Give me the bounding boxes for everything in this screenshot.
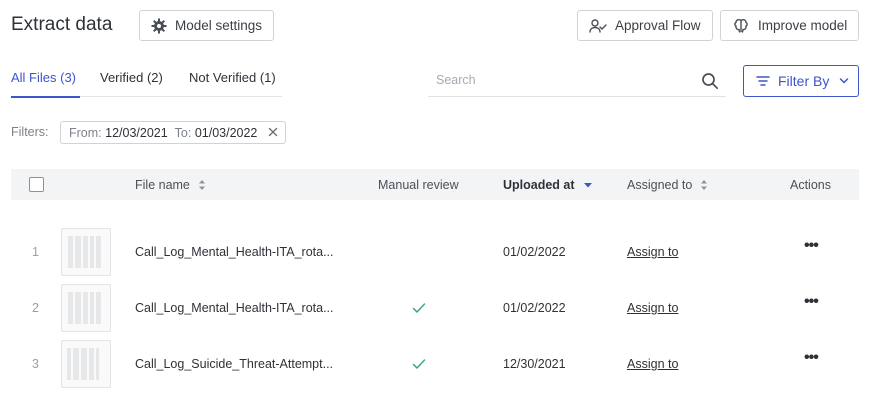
header-actions-label: Actions bbox=[790, 178, 831, 192]
file-thumbnail[interactable] bbox=[61, 340, 111, 388]
chip-from-value: 12/03/2021 bbox=[105, 125, 168, 140]
header-assigned-to[interactable]: Assigned to bbox=[627, 178, 708, 192]
file-thumbnail[interactable] bbox=[61, 284, 111, 332]
page-title: Extract data bbox=[11, 14, 113, 35]
file-name[interactable]: Call_Log_Suicide_Threat-Attempt... bbox=[135, 357, 333, 371]
header-actions: Actions bbox=[790, 178, 831, 192]
header-file-name[interactable]: File name bbox=[135, 178, 206, 192]
more-dots-icon[interactable]: ••• bbox=[804, 237, 819, 255]
tab-not-verified-label: Not Verified (1) bbox=[189, 70, 276, 85]
improve-model-button[interactable]: Improve model bbox=[720, 10, 859, 41]
file-thumbnail[interactable] bbox=[61, 228, 111, 276]
uploaded-date: 01/02/2022 bbox=[503, 301, 566, 315]
approval-flow-label: Approval Flow bbox=[615, 18, 701, 33]
uploaded-date: 01/02/2022 bbox=[503, 245, 566, 259]
header-manual-review-label: Manual review bbox=[378, 178, 459, 192]
model-settings-button[interactable]: Model settings bbox=[139, 10, 274, 41]
file-name[interactable]: Call_Log_Mental_Health-ITA_rota... bbox=[135, 301, 334, 315]
user-check-icon bbox=[589, 18, 607, 34]
tab-verified[interactable]: Verified (2) bbox=[100, 70, 163, 97]
chip-to-label: To: bbox=[174, 125, 192, 140]
table-row[interactable]: 1 Call_Log_Mental_Health-ITA_rota... 01/… bbox=[11, 225, 859, 279]
file-tabs: All Files (3) Verified (2) Not Verified … bbox=[11, 70, 282, 98]
date-filter-chip: From: 12/03/2021 To: 01/03/2022 bbox=[60, 121, 286, 144]
checkmark-icon bbox=[412, 357, 426, 375]
row-number: 1 bbox=[32, 245, 39, 259]
more-dots-icon[interactable]: ••• bbox=[804, 293, 819, 311]
search-input[interactable] bbox=[428, 66, 688, 94]
search-icon[interactable] bbox=[701, 72, 719, 95]
filter-by-button[interactable]: Filter By bbox=[743, 65, 859, 97]
chip-from-label: From: bbox=[69, 125, 102, 140]
active-tab-indicator bbox=[11, 96, 80, 98]
filter-lines-icon bbox=[756, 75, 770, 87]
approval-flow-button[interactable]: Approval Flow bbox=[577, 10, 713, 41]
sort-icon bbox=[198, 179, 206, 191]
gear-icon bbox=[151, 18, 167, 34]
tab-all-files-label: All Files (3) bbox=[11, 70, 77, 85]
table-row[interactable]: 2 Call_Log_Mental_Health-ITA_rota... 01/… bbox=[11, 281, 859, 335]
row-number: 2 bbox=[32, 301, 39, 315]
chevron-down-icon bbox=[839, 77, 849, 85]
tab-all-files[interactable]: All Files (3) bbox=[11, 70, 80, 98]
header-uploaded-at-label: Uploaded at bbox=[503, 178, 575, 192]
uploaded-date: 12/30/2021 bbox=[503, 357, 566, 371]
assign-to-link[interactable]: Assign to bbox=[627, 301, 678, 315]
header-file-name-label: File name bbox=[135, 178, 190, 192]
row-number: 3 bbox=[32, 357, 39, 371]
checkmark-icon bbox=[412, 301, 426, 319]
improve-model-label: Improve model bbox=[758, 18, 848, 33]
tab-not-verified[interactable]: Not Verified (1) bbox=[189, 70, 276, 97]
header-uploaded-at[interactable]: Uploaded at bbox=[503, 178, 593, 192]
select-all-checkbox[interactable] bbox=[29, 177, 44, 192]
file-name[interactable]: Call_Log_Mental_Health-ITA_rota... bbox=[135, 245, 334, 259]
close-icon[interactable] bbox=[267, 126, 279, 138]
search-box bbox=[428, 66, 726, 97]
assign-to-link[interactable]: Assign to bbox=[627, 245, 678, 259]
header-assigned-to-label: Assigned to bbox=[627, 178, 693, 192]
brain-icon bbox=[733, 18, 749, 34]
filter-by-label: Filter By bbox=[778, 73, 830, 89]
model-settings-label: Model settings bbox=[175, 18, 263, 33]
assign-to-link[interactable]: Assign to bbox=[627, 357, 678, 371]
table-row[interactable]: 3 Call_Log_Suicide_Threat-Attempt... 12/… bbox=[11, 337, 859, 391]
chip-to-value: 01/03/2022 bbox=[194, 125, 258, 140]
tab-verified-label: Verified (2) bbox=[100, 70, 163, 85]
table-header: File name Manual review Uploaded at Assi… bbox=[11, 169, 859, 200]
sort-icon bbox=[700, 179, 708, 191]
sort-desc-icon bbox=[583, 181, 593, 189]
header-manual-review: Manual review bbox=[378, 178, 459, 192]
filters-label: Filters: bbox=[11, 125, 49, 139]
more-dots-icon[interactable]: ••• bbox=[804, 349, 819, 367]
